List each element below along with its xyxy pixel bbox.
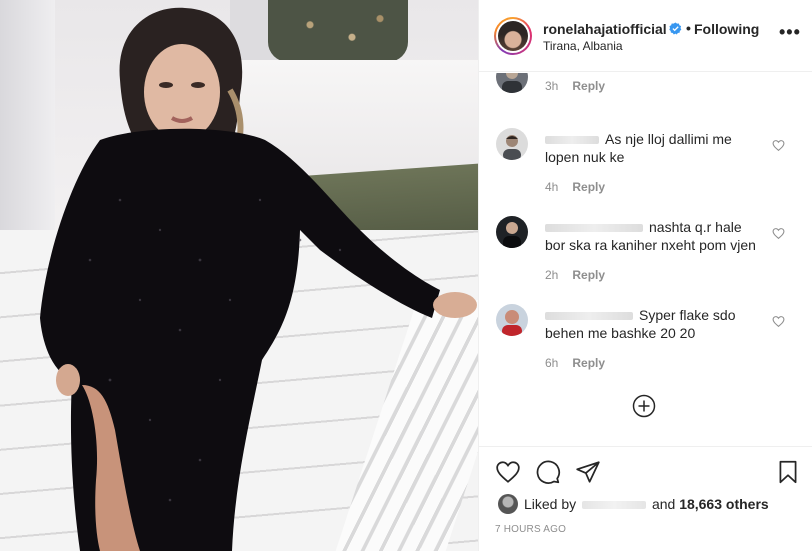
comment-text: nashta q.r hale bor ska ra kaniher nxeht… [545, 218, 765, 254]
avatar-image [496, 216, 528, 248]
profile-avatar[interactable] [494, 17, 532, 55]
post-username[interactable]: ronelahajatiofficial [543, 21, 667, 37]
avatar-image [498, 21, 528, 51]
verified-icon [669, 22, 682, 35]
heart-icon[interactable] [772, 139, 785, 152]
likes-count-link[interactable]: 18,663 others [679, 496, 769, 512]
post-photo[interactable] [0, 0, 478, 551]
share-icon[interactable] [575, 459, 601, 485]
reply-button[interactable]: Reply [572, 79, 605, 93]
heart-icon[interactable] [495, 459, 521, 485]
comment-meta: 3h Reply [545, 79, 605, 93]
comment-time: 6h [545, 356, 559, 370]
commenter-avatar[interactable] [496, 128, 528, 160]
commenter-avatar[interactable] [496, 216, 528, 248]
comment-time: 4h [545, 180, 559, 194]
avatar-image [496, 304, 528, 336]
following-button[interactable]: Following [694, 21, 759, 37]
post-header: ronelahajatiofficial • Following Tirana,… [479, 0, 812, 72]
comment-meta: 4h Reply [545, 180, 605, 194]
likes-summary: Liked by and 18,663 others [524, 496, 769, 512]
heart-icon[interactable] [772, 315, 785, 328]
avatar-image [496, 73, 528, 93]
likes-and-label: and [651, 496, 676, 512]
photo-woman-figure [40, 7, 477, 551]
bookmark-icon[interactable] [775, 459, 801, 485]
reply-button[interactable]: Reply [572, 356, 605, 370]
comment-text: Syper flake sdo behen me bashke 20 20 [545, 306, 765, 342]
comment-username-blurred[interactable] [545, 136, 599, 145]
comment-time: 3h [545, 79, 559, 93]
comment-icon[interactable] [535, 459, 561, 485]
post-location[interactable]: Tirana, Albania [543, 39, 623, 53]
header-separator: • [686, 20, 691, 36]
post-timestamp[interactable]: 7 HOURS AGO [495, 524, 566, 535]
comment-username-blurred[interactable] [545, 224, 643, 233]
post-actions: Liked by and 18,663 others 7 HOURS AGO [479, 446, 812, 551]
liker-avatar[interactable] [498, 494, 518, 514]
commenter-avatar[interactable] [496, 304, 528, 336]
add-circle-icon[interactable] [632, 394, 656, 418]
commenter-avatar[interactable] [496, 73, 528, 93]
comments-list[interactable]: 3h Reply As nje lloj dallimi me lopen nuk… [479, 73, 812, 446]
post-sidebar: ronelahajatiofficial • Following Tirana,… [478, 0, 812, 551]
more-options-icon[interactable]: ••• [779, 22, 801, 43]
comment-username-blurred[interactable] [545, 312, 633, 321]
comment-text: As nje lloj dallimi me lopen nuk ke [545, 130, 765, 166]
avatar-image [496, 128, 528, 160]
reply-button[interactable]: Reply [572, 268, 605, 282]
reply-button[interactable]: Reply [572, 180, 605, 194]
liked-by-label: Liked by [524, 496, 577, 512]
comment-time: 2h [545, 268, 559, 282]
heart-icon[interactable] [772, 227, 785, 240]
liker-username-blurred[interactable] [582, 501, 647, 510]
comment-meta: 6h Reply [545, 356, 605, 370]
comment-meta: 2h Reply [545, 268, 605, 282]
